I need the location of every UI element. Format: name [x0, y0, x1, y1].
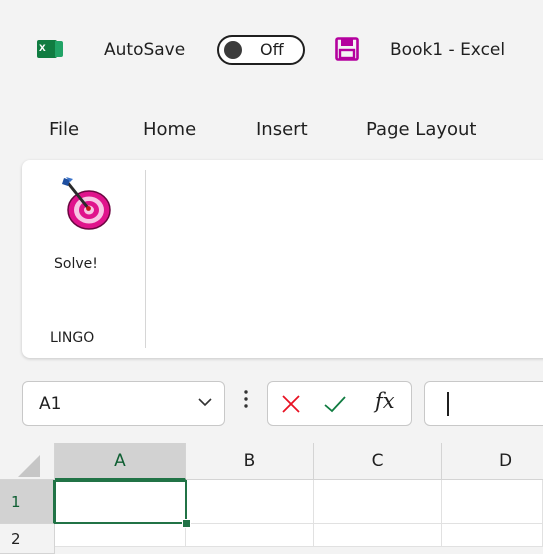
formula-input[interactable] — [424, 381, 543, 426]
check-icon[interactable] — [323, 394, 347, 414]
target-dart-icon — [62, 177, 111, 230]
cell-c1[interactable] — [314, 480, 442, 524]
ribbon-group-label: LINGO — [50, 330, 95, 346]
save-icon[interactable] — [335, 37, 359, 61]
toggle-knob — [224, 41, 242, 59]
name-box[interactable]: A1 — [22, 381, 225, 426]
cell-c2[interactable] — [314, 524, 442, 547]
solve-button[interactable]: Solve! — [48, 170, 130, 280]
tab-insert[interactable]: Insert — [256, 119, 308, 140]
column-header-c[interactable]: C — [314, 443, 442, 480]
insert-function-button[interactable]: fx — [375, 389, 395, 413]
tab-page-layout[interactable]: Page Layout — [366, 119, 477, 140]
chevron-down-icon[interactable] — [198, 397, 212, 407]
tab-home[interactable]: Home — [143, 119, 196, 140]
autosave-state: Off — [260, 40, 284, 59]
column-header-a[interactable]: A — [55, 443, 186, 480]
text-caret — [447, 392, 449, 416]
row-header-2[interactable]: 2 — [0, 524, 55, 554]
autosave-label: AutoSave — [104, 40, 186, 60]
cell-b2[interactable] — [186, 524, 314, 547]
row-header-1[interactable]: 1 — [0, 480, 55, 524]
excel-logo-icon[interactable]: x — [37, 40, 63, 58]
formula-actions: fx — [267, 381, 412, 426]
fill-handle[interactable] — [182, 519, 191, 528]
solve-label: Solve! — [54, 256, 98, 272]
cell-d1[interactable] — [442, 480, 543, 524]
column-header-d[interactable]: D — [442, 443, 543, 480]
cancel-x-icon[interactable] — [281, 394, 301, 414]
active-cell-highlight — [54, 480, 187, 524]
column-header-b[interactable]: B — [186, 443, 314, 480]
autosave-toggle[interactable]: Off — [217, 35, 305, 65]
cell-b1[interactable] — [186, 480, 314, 524]
cell-d2[interactable] — [442, 524, 543, 547]
ribbon-group-divider — [145, 170, 146, 348]
tab-file[interactable]: File — [49, 119, 79, 140]
name-box-value: A1 — [39, 394, 62, 414]
document-title: Book1 - Excel — [390, 40, 506, 60]
select-all-triangle-icon — [18, 455, 40, 477]
more-options-icon[interactable] — [243, 389, 249, 414]
cell-a2[interactable] — [55, 524, 186, 547]
